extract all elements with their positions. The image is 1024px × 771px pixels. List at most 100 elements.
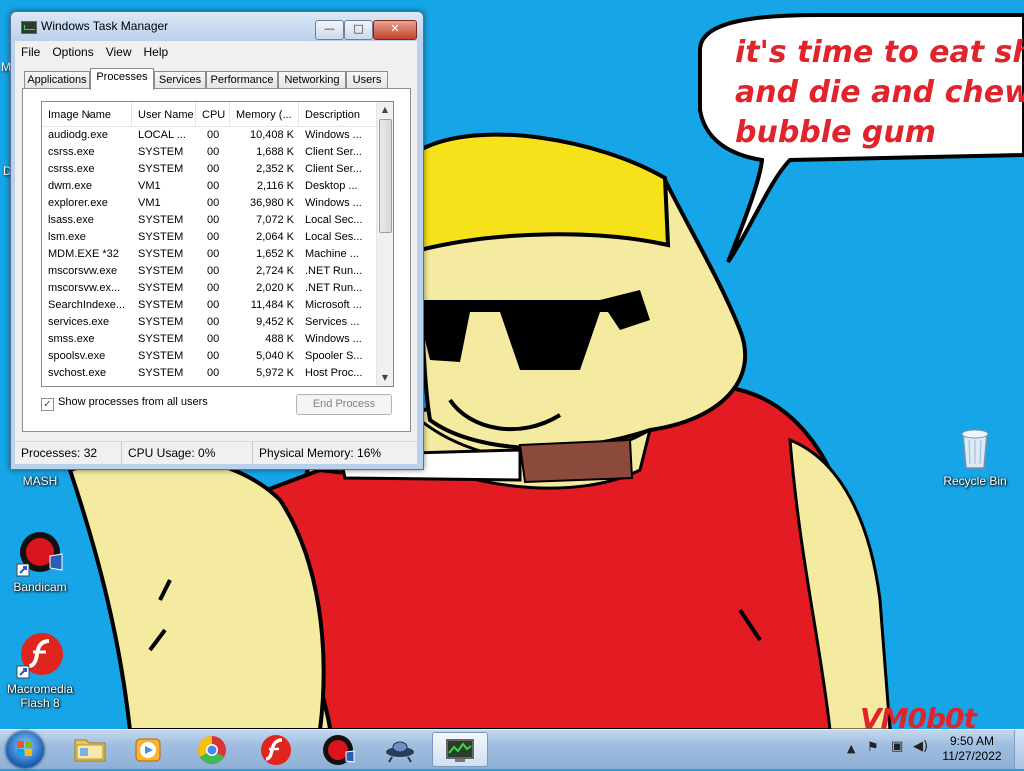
cell-image-name: lsass.exe xyxy=(48,214,94,226)
column-user-name[interactable]: User Name xyxy=(132,102,196,126)
show-hidden-icons-icon[interactable]: ▲ xyxy=(847,742,855,755)
vertical-scrollbar[interactable]: ▲ ▼ xyxy=(376,102,393,386)
clock-time: 9:50 AM xyxy=(949,734,995,748)
column-memory[interactable]: Memory (... xyxy=(230,102,299,126)
cell-description: Machine ... xyxy=(305,248,359,260)
task-manager-icon xyxy=(446,739,474,762)
chrome-icon xyxy=(198,736,226,764)
checkmark-icon[interactable]: ✓ xyxy=(41,398,54,411)
volume-icon[interactable]: ◀) xyxy=(913,739,928,754)
cell-description: Windows ... xyxy=(305,129,362,141)
menu-options[interactable]: Options xyxy=(46,42,99,62)
table-row[interactable]: spoolsv.exe SYSTEM 00 5,040 K Spooler S... xyxy=(42,348,377,365)
scroll-down-icon[interactable]: ▼ xyxy=(377,370,393,386)
end-process-button[interactable]: End Process xyxy=(296,394,392,415)
tab-performance[interactable]: Performance xyxy=(206,71,278,89)
taskbar-chrome[interactable] xyxy=(184,732,240,767)
title-bar[interactable]: Windows Task Manager — □ ✕ xyxy=(11,12,423,40)
windows-logo-icon xyxy=(17,741,33,757)
cell-memory: 9,452 K xyxy=(256,316,294,328)
maximize-button[interactable]: □ xyxy=(344,20,373,40)
network-icon[interactable]: ▣ xyxy=(891,739,903,754)
table-row[interactable]: SearchIndexe... SYSTEM 00 11,484 K Microsoft… xyxy=(42,297,377,314)
taskbar-ufo-app[interactable] xyxy=(372,732,428,767)
start-button[interactable] xyxy=(6,731,44,768)
table-row[interactable]: mscorsvw.ex... SYSTEM 00 2,020 K .NET Run... xyxy=(42,280,377,297)
show-all-processes-checkbox[interactable]: ✓ Show processes from all users xyxy=(41,396,208,411)
desktop-icon-recycle-bin[interactable]: Recycle Bin xyxy=(935,424,1015,488)
cell-memory: 10,408 K xyxy=(249,129,294,141)
table-row[interactable]: MDM.EXE *32 SYSTEM 00 1,652 K Machine ... xyxy=(42,246,377,263)
menu-file[interactable]: File xyxy=(15,42,46,62)
cell-memory: 488 K xyxy=(265,333,294,345)
taskbar-explorer[interactable] xyxy=(62,732,118,767)
table-row[interactable]: explorer.exe VM1 00 36,980 K Windows ... xyxy=(42,195,377,212)
table-row[interactable]: csrss.exe SYSTEM 00 2,352 K Client Ser... xyxy=(42,161,377,178)
table-row[interactable]: audiodg.exe LOCAL ... 00 10,408 K Windows ..… xyxy=(42,127,377,144)
desktop-icon-label: Recycle Bin xyxy=(943,474,1007,488)
table-row[interactable]: svchost.exe SYSTEM 00 5,972 K Host Proc... xyxy=(42,365,377,382)
desktop-icon-label: Macromedia Flash 8 xyxy=(6,682,74,710)
tab-networking[interactable]: Networking xyxy=(278,71,346,89)
taskbar-flash[interactable] xyxy=(248,732,304,767)
cell-image-name: mscorsvw.exe xyxy=(48,265,118,277)
minimize-button[interactable]: — xyxy=(315,20,344,40)
desktop-icon-flash[interactable]: Macromedia Flash 8 xyxy=(0,632,80,710)
desktop-icon-mash[interactable]: MASH xyxy=(0,474,80,488)
cell-description: Client Ser... xyxy=(305,163,362,175)
cell-image-name: svchost.exe xyxy=(48,367,107,379)
processes-panel: ▲ Image Name User Name CPU Memory (... De… xyxy=(22,88,411,432)
speech-line-1: it's time to eat shit xyxy=(735,35,1024,70)
menu-view[interactable]: View xyxy=(100,42,138,62)
flash-icon xyxy=(16,632,64,680)
cell-description: .NET Run... xyxy=(305,282,363,294)
ufo-icon xyxy=(386,741,414,763)
tab-processes[interactable]: Processes xyxy=(90,68,154,90)
cell-description: Host Proc... xyxy=(305,367,363,379)
cell-user-name: VM1 xyxy=(138,197,161,209)
table-row[interactable]: lsass.exe SYSTEM 00 7,072 K Local Sec... xyxy=(42,212,377,229)
cell-image-name: mscorsvw.ex... xyxy=(48,282,121,294)
menu-help[interactable]: Help xyxy=(138,42,175,62)
cell-user-name: LOCAL ... xyxy=(138,129,186,141)
media-player-icon xyxy=(135,738,161,762)
table-row[interactable]: dwm.exe VM1 00 2,116 K Desktop ... xyxy=(42,178,377,195)
table-row[interactable]: services.exe SYSTEM 00 9,452 K Services ... xyxy=(42,314,377,331)
taskbar-task-manager[interactable] xyxy=(432,732,488,767)
cell-memory: 11,484 K xyxy=(250,299,294,311)
cell-user-name: SYSTEM xyxy=(138,231,184,243)
speech-line-3: bubble gum xyxy=(735,115,936,150)
taskbar-bandicam[interactable] xyxy=(310,732,366,767)
tab-services[interactable]: Services xyxy=(154,71,206,89)
show-desktop-button[interactable] xyxy=(1014,730,1024,769)
table-row[interactable]: mscorsvw.exe SYSTEM 00 2,724 K .NET Run... xyxy=(42,263,377,280)
column-cpu[interactable]: CPU xyxy=(196,102,230,126)
column-description[interactable]: Description xyxy=(299,102,377,126)
column-label: Image Name xyxy=(48,109,111,121)
cell-image-name: audiodg.exe xyxy=(48,129,108,141)
close-button[interactable]: ✕ xyxy=(373,20,417,40)
scroll-up-icon[interactable]: ▲ xyxy=(377,102,393,118)
table-row[interactable]: lsm.exe SYSTEM 00 2,064 K Local Ses... xyxy=(42,229,377,246)
status-bar: Processes: 32 CPU Usage: 0% Physical Mem… xyxy=(15,441,417,464)
bandicam-icon xyxy=(323,735,355,765)
tab-users[interactable]: Users xyxy=(346,71,388,89)
cell-memory: 2,116 K xyxy=(256,180,294,192)
scroll-thumb[interactable] xyxy=(379,119,392,233)
column-image-name[interactable]: ▲ Image Name xyxy=(42,102,132,126)
table-row[interactable]: smss.exe SYSTEM 00 488 K Windows ... xyxy=(42,331,377,348)
column-label: User Name xyxy=(138,109,194,121)
window-title: Windows Task Manager xyxy=(41,19,169,33)
clock[interactable]: 9:50 AM 11/27/2022 xyxy=(936,734,1008,764)
cell-user-name: SYSTEM xyxy=(138,282,184,294)
cell-description: Spooler S... xyxy=(305,350,363,362)
table-row[interactable]: csrss.exe SYSTEM 00 1,688 K Client Ser... xyxy=(42,144,377,161)
sort-ascending-icon: ▲ xyxy=(86,112,93,119)
task-manager-window[interactable]: Windows Task Manager — □ ✕ File Options Vi… xyxy=(10,11,424,470)
action-center-flag-icon[interactable]: ⚑ xyxy=(867,740,879,755)
desktop-icon-bandicam[interactable]: Bandicam xyxy=(0,530,80,594)
process-list[interactable]: ▲ Image Name User Name CPU Memory (... De… xyxy=(41,101,394,387)
taskbar-media-player[interactable] xyxy=(120,732,176,767)
tab-applications[interactable]: Applications xyxy=(24,71,90,89)
cell-description: Local Sec... xyxy=(305,214,363,226)
